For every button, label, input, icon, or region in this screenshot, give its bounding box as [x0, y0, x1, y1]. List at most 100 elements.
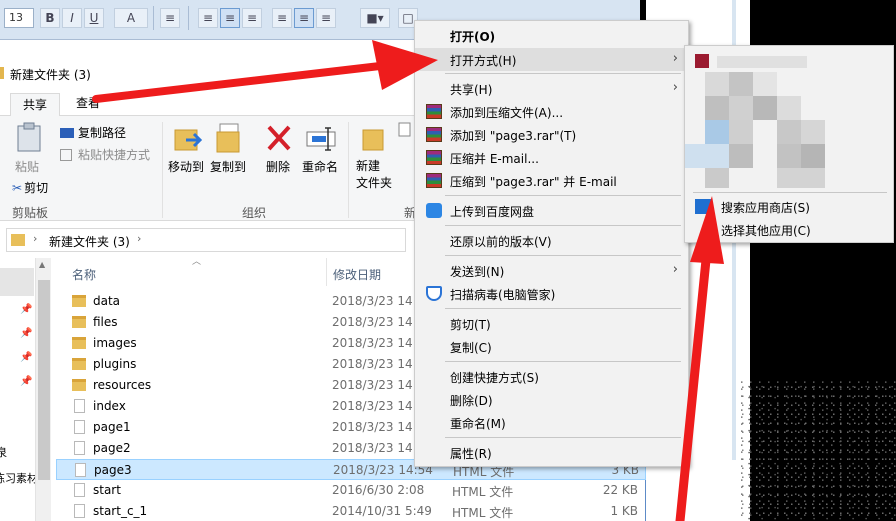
- valign-bottom-icon[interactable]: ≡: [316, 8, 336, 28]
- menu-item-create-shortcut[interactable]: 创建快捷方式(S): [415, 365, 688, 388]
- file-date: 2016/6/30 2:08: [332, 483, 425, 497]
- nav-selected-item[interactable]: [0, 268, 34, 296]
- move-to-button[interactable]: 移动到: [168, 158, 204, 175]
- menu-separator: [445, 361, 681, 362]
- menu-item-rename[interactable]: 重命名(M): [415, 411, 688, 434]
- font-color-button[interactable]: A: [114, 8, 148, 28]
- paste-button[interactable]: 粘贴: [15, 158, 39, 175]
- menu-item-delete[interactable]: 删除(D): [415, 388, 688, 411]
- align-center-icon[interactable]: ≡: [220, 8, 240, 28]
- menu-item-share[interactable]: 共享(H) ›: [415, 77, 688, 100]
- align-left-icon[interactable]: ≡: [198, 8, 218, 28]
- menu-item-label: 删除(D): [450, 394, 493, 408]
- folder-icon: [72, 379, 86, 391]
- file-name: images: [93, 336, 137, 350]
- cut-button[interactable]: ✂ 剪切: [12, 179, 48, 196]
- tab-view[interactable]: 查看: [76, 94, 100, 111]
- group-label-clipboard: 剪贴板: [12, 206, 49, 220]
- bold-button[interactable]: B: [40, 8, 60, 28]
- window-title: 新建文件夹 (3): [10, 68, 91, 82]
- chevron-right-icon: ›: [33, 232, 38, 245]
- shield-icon: [426, 286, 442, 301]
- file-name: resources: [93, 378, 152, 392]
- file-icon: [74, 441, 85, 455]
- underline-button[interactable]: U: [84, 8, 104, 28]
- file-name: page2: [93, 441, 131, 455]
- menu-item-label: 压缩并 E-mail...: [450, 152, 539, 166]
- file-date: 2018/3/23 14:: [332, 315, 417, 329]
- toolbar-divider: [153, 6, 154, 30]
- paste-shortcut-icon: [60, 149, 72, 161]
- menu-item-copy[interactable]: 复制(C): [415, 335, 688, 358]
- blurred-app-list[interactable]: [685, 46, 893, 192]
- pin-icon: 📌: [20, 376, 33, 387]
- menu-item-restore[interactable]: 还原以前的版本(V): [415, 229, 688, 252]
- menu-separator: [445, 73, 681, 74]
- file-name: start_c_1: [93, 504, 148, 518]
- file-date: 2018/3/23 14:: [332, 420, 417, 434]
- menu-separator: [445, 308, 681, 309]
- list-icon[interactable]: ≡: [160, 8, 180, 28]
- new-folder-button[interactable]: 新建 文件夹: [356, 158, 392, 192]
- menu-item-label: 打开方式(H): [450, 54, 517, 68]
- chevron-right-icon: ›: [672, 262, 678, 277]
- copy-path-icon: [60, 128, 74, 138]
- menu-separator: [445, 255, 681, 256]
- menu-item-properties[interactable]: 属性(R): [415, 441, 688, 464]
- clipboard-icon: [17, 122, 41, 152]
- menu-item-open[interactable]: 打开(O): [415, 24, 688, 47]
- menu-item-label: 压缩到 "page3.rar" 并 E-mail: [450, 175, 617, 189]
- column-divider[interactable]: [326, 258, 327, 286]
- scroll-up-icon[interactable]: ▲: [39, 260, 45, 269]
- nav-item[interactable]: 练习素材: [0, 470, 38, 486]
- menu-item-label: 重命名(M): [450, 417, 506, 431]
- nav-item[interactable]: 泉: [0, 444, 7, 460]
- file-size: 1 KB: [610, 504, 638, 518]
- copy-path-button[interactable]: 复制路径: [60, 124, 126, 141]
- delete-button[interactable]: 删除: [266, 158, 290, 175]
- file-name: page1: [93, 420, 131, 434]
- address-bar[interactable]: › 新建文件夹 (3) ›: [6, 228, 406, 252]
- menu-item-cut[interactable]: 剪切(T): [415, 312, 688, 335]
- file-type: HTML 文件: [452, 506, 514, 520]
- file-icon: [74, 420, 85, 434]
- menu-item-add-rar[interactable]: 添加到 "page3.rar"(T): [415, 123, 688, 146]
- chevron-right-icon: ›: [672, 51, 678, 66]
- menu-item-send-to[interactable]: 发送到(N) ›: [415, 259, 688, 282]
- rename-button[interactable]: 重命名: [302, 158, 338, 175]
- font-size-select[interactable]: 13: [4, 8, 34, 28]
- column-header-date[interactable]: 修改日期: [333, 266, 381, 283]
- nav-scrollbar[interactable]: ▲: [35, 258, 51, 521]
- tab-share[interactable]: 共享: [10, 93, 61, 116]
- valign-middle-icon[interactable]: ≡: [294, 8, 314, 28]
- menu-item-compress-email[interactable]: 压缩并 E-mail...: [415, 146, 688, 169]
- fill-color-icon[interactable]: ■▾: [360, 8, 390, 28]
- menu-item-search-store[interactable]: 搜索应用商店(S): [685, 195, 893, 218]
- copy-to-button[interactable]: 复制到: [210, 158, 246, 175]
- file-row[interactable]: start 2016/6/30 2:08 HTML 文件 22 KB: [56, 480, 646, 501]
- pin-icon: 📌: [20, 352, 33, 363]
- paste-shortcut-button[interactable]: 粘贴快捷方式: [60, 146, 150, 163]
- valign-top-icon[interactable]: ≡: [272, 8, 292, 28]
- file-icon: [75, 463, 86, 477]
- menu-item-add-archive[interactable]: 添加到压缩文件(A)...: [415, 100, 688, 123]
- cloud-icon: [426, 203, 442, 218]
- column-header-name[interactable]: 名称: [72, 266, 96, 283]
- menu-item-upload-baidu[interactable]: 上传到百度网盘: [415, 199, 688, 222]
- menu-item-compress-rar-email[interactable]: 压缩到 "page3.rar" 并 E-mail: [415, 169, 688, 192]
- scrollbar-thumb[interactable]: [38, 280, 50, 480]
- group-label-organize: 组织: [242, 206, 267, 220]
- chevron-right-icon[interactable]: ›: [137, 232, 141, 245]
- winrar-icon: [426, 173, 442, 188]
- italic-button[interactable]: I: [62, 8, 82, 28]
- file-date: 2018/3/23 14:: [332, 294, 417, 308]
- menu-item-label: 添加到 "page3.rar"(T): [450, 129, 577, 143]
- menu-item-choose-other-app[interactable]: 选择其他应用(C): [685, 218, 893, 241]
- menu-item-open-with[interactable]: 打开方式(H) ›: [415, 48, 688, 71]
- menu-item-label: 添加到压缩文件(A)...: [450, 106, 564, 120]
- align-right-icon[interactable]: ≡: [242, 8, 262, 28]
- file-type: HTML 文件: [452, 485, 514, 499]
- file-row[interactable]: start_c_1 2014/10/31 5:49 HTML 文件 1 KB: [56, 501, 646, 521]
- folder-icon: [72, 358, 86, 370]
- menu-item-scan[interactable]: 扫描病毒(电脑管家): [415, 282, 688, 305]
